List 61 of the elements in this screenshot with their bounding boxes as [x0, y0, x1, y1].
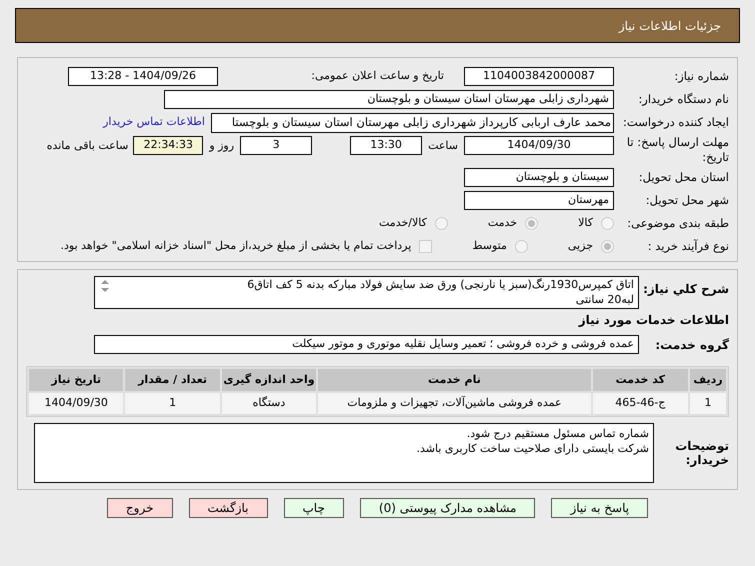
field-label: گروه خدمت: — [654, 336, 729, 354]
notes-field[interactable]: شماره تماس مسئول مستقیم درج شود. شرکت بایستی دارای صلاحیت ساخت کاربری باشد. — [34, 423, 654, 483]
radio-button[interactable] — [434, 217, 448, 230]
table-cell: 1 — [125, 393, 220, 414]
option-label: جزیی — [568, 238, 593, 254]
section-title: اطلاعات خدمات مورد نیاز — [577, 312, 729, 329]
field-label: طبقه بندی موضوعی: — [626, 214, 729, 232]
text-field[interactable]: 13:30 — [350, 136, 422, 155]
column-header: کد خدمت — [592, 369, 688, 391]
field-label: ساعت — [428, 138, 458, 154]
field-label: ایجاد کننده درخواست: — [622, 114, 729, 131]
text-field[interactable]: 1104003842000087 — [464, 67, 614, 86]
field-label: نوع فرآیند خرید : — [646, 238, 729, 255]
text-field[interactable]: مهرستان — [464, 191, 614, 210]
option-label: کالا — [578, 215, 593, 232]
radio-button[interactable] — [601, 217, 614, 230]
column-header: تعداد / مقدار — [125, 369, 220, 391]
field-label: روز و — [209, 138, 234, 154]
radio-button[interactable] — [525, 217, 538, 230]
text-field[interactable]: سیستان و بلوچستان — [464, 168, 614, 187]
checkbox[interactable] — [419, 240, 432, 253]
field-label: شماره نیاز: — [673, 68, 729, 85]
table-cell: ج-46-465 — [592, 393, 688, 414]
text-field[interactable]: محمد عارف اربابی کارپرداز شهرداری زابلی مهرستان استان سیستان و بلوچستا — [211, 112, 614, 132]
text-field[interactable]: شهرداری زابلی مهرستان استان سیستان و بلوچستان — [164, 90, 614, 109]
table-cell: عمده فروشی ماشین‌آلات، تجهیزات و ملزومات — [318, 393, 591, 414]
page-header: جزئیات اطلاعات نیاز — [15, 8, 740, 43]
checkbox-label: پرداخت تمام یا بخشی از مبلغ خرید،از محل "اسناد خزانه اسلامی" خواهد بود. — [60, 238, 412, 254]
option-label: کالا/خدمت — [379, 215, 427, 232]
field-label: استان محل تحویل: — [638, 168, 729, 186]
option-label: متوسط — [472, 238, 507, 254]
action-button[interactable]: مشاهده مدارک پیوستی (0) — [360, 498, 536, 518]
field-label: شهر محل تحویل: — [644, 192, 729, 209]
text-field[interactable]: 22:34:33 — [133, 136, 204, 155]
table-cell: دستگاه — [222, 393, 316, 414]
action-button[interactable]: پاسخ به نیاز — [551, 498, 648, 518]
text-field[interactable]: 1404/09/26 - 13:28 — [68, 67, 218, 86]
action-button[interactable]: چاپ — [284, 498, 344, 518]
contact-link[interactable]: اطلاعات تماس خریدار — [103, 114, 205, 131]
column-header: تاریخ نیاز — [29, 369, 124, 391]
field-label: ساعت باقی مانده — [46, 138, 128, 154]
field-label: تاریخ و ساعت اعلان عمومی: — [311, 68, 444, 84]
column-header: نام خدمت — [318, 369, 591, 391]
text-field[interactable]: 1404/09/30 — [464, 136, 614, 155]
table-cell: 1404/09/30 — [29, 393, 124, 414]
field-label: توضیحات خریدار: — [674, 439, 729, 467]
option-label: خدمت — [488, 215, 518, 232]
table-cell: 1 — [690, 393, 726, 414]
column-header: ردیف — [690, 369, 726, 391]
text-field[interactable]: 3 — [240, 136, 312, 155]
action-button[interactable]: بازگشت — [188, 498, 268, 518]
radio-button[interactable] — [514, 240, 528, 253]
field-label: مهلت ارسال پاسخ: تا تاریخ: — [626, 135, 729, 165]
scroll-arrows-icon — [99, 279, 111, 293]
description-field[interactable]: اتاق کمپرس1930رنگ(سبز یا نارنجی) ورق ضد سایش فولاد مبارکه بدنه 5 کف اتاق6 لبه20 سانتی — [94, 276, 639, 309]
action-button[interactable]: خروج — [106, 498, 172, 518]
field-label: شرح کلي نياز: — [642, 281, 729, 298]
radio-button[interactable] — [601, 240, 614, 253]
text-field[interactable]: عمده فروشی و خرده فروشی ؛ تعمیر وسایل نقلیه موتوری و موتور سیکلت — [94, 335, 639, 354]
field-label: نام دستگاه خریدار: — [637, 90, 729, 108]
column-header: واحد اندازه گیری — [222, 369, 316, 391]
